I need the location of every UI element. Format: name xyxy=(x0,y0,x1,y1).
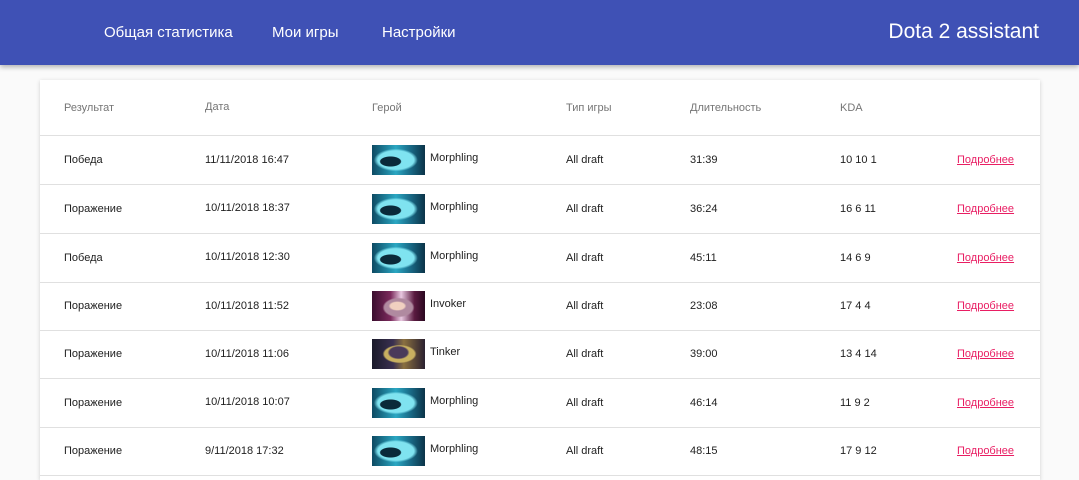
header-kda: KDA xyxy=(840,101,863,114)
kda-cell: 17 9 12 xyxy=(840,445,877,457)
hero-cell: Morphling xyxy=(372,378,478,427)
details-link[interactable]: Подробнее xyxy=(957,252,1014,264)
game-mode-cell: All draft xyxy=(566,348,604,360)
games-table-card: Результат Дата Герой Тип игры Длительнос… xyxy=(40,80,1040,480)
details-link[interactable]: Подробнее xyxy=(957,300,1014,312)
table-row: Победа 11/11/2018 16:47 Morphling All draft… xyxy=(40,136,1040,185)
kda-cell: 10 10 1 xyxy=(840,154,877,166)
result-cell: Поражение xyxy=(64,348,123,360)
table-row: Поражение 10/11/2018 10:07 Morphling All dr… xyxy=(40,378,1040,428)
header-date: Дата xyxy=(205,101,230,113)
details-link[interactable]: Подробнее xyxy=(957,397,1014,409)
hero-name: Morphling xyxy=(430,200,479,213)
app-brand-title: Dota 2 assistant xyxy=(888,20,1039,43)
result-cell: Победа xyxy=(64,154,103,166)
duration-cell: 36:24 xyxy=(690,202,718,215)
kda-cell: 17 4 4 xyxy=(840,300,871,312)
date-cell: 10/11/2018 11:52 xyxy=(205,299,290,312)
details-cell: Подробнее xyxy=(957,233,1014,282)
details-cell: Подробнее xyxy=(957,378,1014,427)
details-link[interactable]: Подробнее xyxy=(957,154,1014,166)
top-navbar: Общая статистика Мои игры Настройки Dota… xyxy=(0,0,1079,65)
date-cell: 10/11/2018 10:07 xyxy=(205,396,290,408)
details-link[interactable]: Подробнее xyxy=(957,348,1014,360)
tinker-portrait-icon xyxy=(372,339,425,369)
details-cell: Подробнее xyxy=(957,330,1014,378)
hero-name: Morphling xyxy=(430,152,479,164)
morphling-portrait-icon xyxy=(372,387,425,418)
result-cell: Победа xyxy=(64,251,103,264)
hero-name: Morphling xyxy=(430,249,479,262)
kda-cell: 13 4 14 xyxy=(840,348,877,360)
nav-settings[interactable]: Настройки xyxy=(382,24,456,41)
date-cell: 9/11/2018 17:32 xyxy=(205,444,284,457)
table-row: Победа 10/11/2018 12:30 Morphling All draft… xyxy=(40,233,1040,283)
hero-cell: Tinker xyxy=(372,330,460,378)
kda-cell: 14 6 9 xyxy=(840,251,871,264)
result-cell: Поражение xyxy=(64,396,123,409)
game-mode-cell: All draft xyxy=(566,154,604,166)
details-cell: Подробнее xyxy=(957,427,1014,475)
morphling-portrait-icon xyxy=(372,193,425,224)
details-cell: Подробнее xyxy=(957,136,1014,184)
nav-my-games[interactable]: Мои игры xyxy=(272,24,339,41)
header-hero: Герой xyxy=(372,101,402,114)
table-row: Поражение 10/11/2018 11:06 Tinker All draft… xyxy=(40,330,1040,379)
game-mode-cell: All draft xyxy=(566,396,604,409)
header-result: Результат xyxy=(64,101,115,114)
date-cell: 10/11/2018 18:37 xyxy=(205,202,290,214)
details-link[interactable]: Подробнее xyxy=(957,445,1014,457)
game-mode-cell: All draft xyxy=(566,202,604,215)
date-cell: 11/11/2018 16:47 xyxy=(205,153,290,166)
details-cell: Подробнее xyxy=(957,282,1014,330)
duration-cell: 46:14 xyxy=(690,396,718,409)
hero-cell: Morphling xyxy=(372,427,478,475)
morphling-portrait-icon xyxy=(372,145,425,175)
date-cell: 10/11/2018 11:06 xyxy=(205,347,290,360)
duration-cell: 31:39 xyxy=(690,154,718,166)
result-cell: Поражение xyxy=(64,300,123,312)
table-row: Поражение 10/11/2018 18:37 Morphling All dr… xyxy=(40,184,1040,234)
table-row: Поражение 10/11/2018 11:52 Invoker All draf… xyxy=(40,282,1040,331)
details-cell: Подробнее xyxy=(957,184,1014,233)
hero-name: Tinker xyxy=(430,346,461,358)
hero-name: Morphling xyxy=(430,394,479,407)
hero-cell: Morphling xyxy=(372,233,478,282)
table-row: Поражение 9/11/2018 17:32 Morphling All dra… xyxy=(40,427,1040,476)
header-game-mode: Тип игры xyxy=(566,101,612,114)
morphling-portrait-icon xyxy=(372,436,425,466)
date-cell: 10/11/2018 12:30 xyxy=(205,251,290,263)
hero-cell: Invoker xyxy=(372,282,466,330)
hero-cell: Morphling xyxy=(372,184,478,233)
result-cell: Поражение xyxy=(64,445,123,457)
nav-general-stats[interactable]: Общая статистика xyxy=(104,24,233,41)
duration-cell: 39:00 xyxy=(690,348,718,360)
hero-cell: Morphling xyxy=(372,136,478,184)
details-link[interactable]: Подробнее xyxy=(957,203,1014,215)
duration-cell: 45:11 xyxy=(690,251,717,264)
invoker-portrait-icon xyxy=(372,291,425,321)
duration-cell: 48:15 xyxy=(690,445,718,457)
morphling-portrait-icon xyxy=(372,242,425,273)
result-cell: Поражение xyxy=(64,202,123,215)
game-mode-cell: All draft xyxy=(566,251,604,264)
duration-cell: 23:08 xyxy=(690,300,718,312)
hero-name: Invoker xyxy=(430,298,467,310)
game-mode-cell: All draft xyxy=(566,300,604,312)
header-duration: Длительность xyxy=(690,101,762,114)
game-mode-cell: All draft xyxy=(566,445,604,457)
hero-name: Morphling xyxy=(430,443,479,455)
table-header-row: Результат Дата Герой Тип игры Длительнос… xyxy=(40,80,1040,136)
kda-cell: 16 6 11 xyxy=(840,202,876,215)
kda-cell: 11 9 2 xyxy=(840,396,870,409)
